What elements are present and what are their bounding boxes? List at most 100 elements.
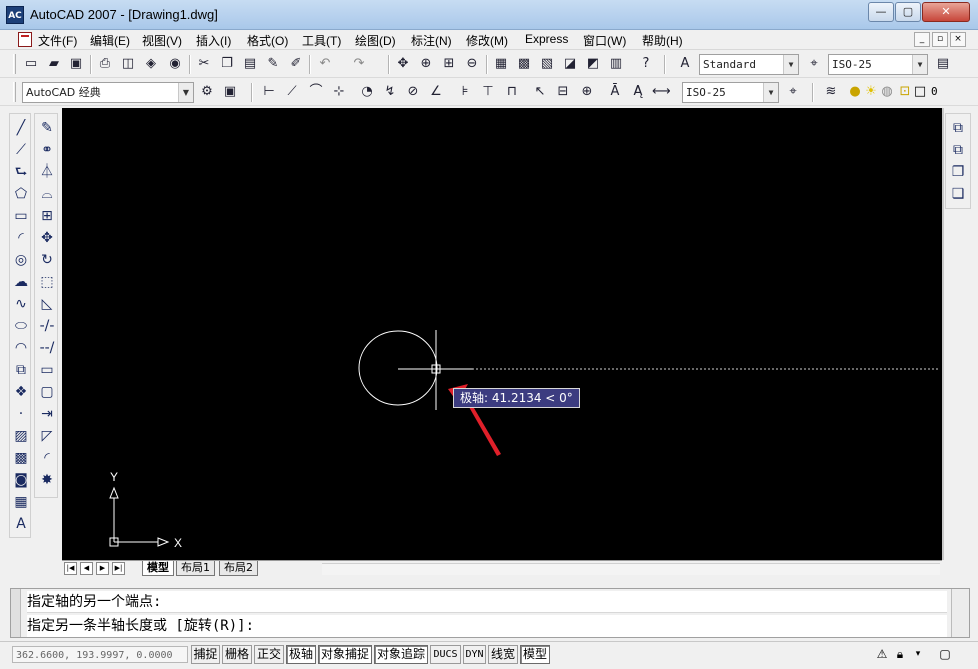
menu-file[interactable]: 文件(F) xyxy=(38,32,77,49)
workspace-select[interactable]: AutoCAD 经典 ▼ xyxy=(22,82,194,103)
toolbar-grip[interactable] xyxy=(13,82,16,102)
design-center-icon[interactable]: ▩ xyxy=(515,55,533,73)
coordinate-readout[interactable]: 362.6600, 193.9997, 0.0000 xyxy=(12,646,188,663)
markup-icon[interactable]: ◩ xyxy=(584,55,602,73)
lineweight-toggle[interactable]: 线宽 xyxy=(488,645,518,664)
maximize-button[interactable]: ▢ xyxy=(895,2,921,22)
help-icon[interactable]: ? xyxy=(637,55,655,73)
zoom-window-icon[interactable]: ⊞ xyxy=(440,55,458,73)
baseline-dimension-icon[interactable]: ⊤ xyxy=(479,83,497,101)
center-mark-icon[interactable]: ⊕ xyxy=(578,83,596,101)
stretch-icon[interactable]: ◺ xyxy=(37,294,57,314)
extend-icon[interactable]: --/ xyxy=(37,338,57,358)
table-style-icon[interactable]: ▤ xyxy=(934,55,952,73)
vertical-scrollbar[interactable] xyxy=(942,108,944,560)
document-icon[interactable] xyxy=(18,32,32,47)
linear-dimension-icon[interactable]: ⊢ xyxy=(260,83,278,101)
send-under-icon[interactable]: ❏ xyxy=(948,184,968,204)
menu-draw[interactable]: 绘图(D) xyxy=(355,32,396,49)
table-icon[interactable]: ▦ xyxy=(11,492,31,512)
publish-icon[interactable]: ◈ xyxy=(142,55,160,73)
cut-icon[interactable]: ✂ xyxy=(195,55,213,73)
bring-above-icon[interactable]: ❐ xyxy=(948,162,968,182)
tolerance-icon[interactable]: ⊟ xyxy=(554,83,572,101)
new-file-icon[interactable]: ▭ xyxy=(22,55,40,73)
region-icon[interactable]: ◙ xyxy=(11,470,31,490)
save-workspace-icon[interactable]: ▣ xyxy=(221,83,239,101)
previous-tab-button[interactable]: ◀ xyxy=(80,562,93,575)
layer-color-icon[interactable]: □ xyxy=(911,83,929,101)
menu-dimension[interactable]: 标注(N) xyxy=(411,32,452,49)
arc-length-icon[interactable]: ⌒ xyxy=(307,83,325,101)
explode-icon[interactable]: ✸ xyxy=(37,470,57,490)
ordinate-dimension-icon[interactable]: ⊹ xyxy=(330,83,348,101)
menu-modify[interactable]: 修改(M) xyxy=(466,32,508,49)
dimension-style-icon[interactable]: ⌖ xyxy=(805,55,823,73)
menu-format[interactable]: 格式(O) xyxy=(247,32,288,49)
horizontal-scrollbar[interactable] xyxy=(322,563,940,575)
layer-name[interactable]: 0 xyxy=(931,85,938,98)
chamfer-icon[interactable]: ◸ xyxy=(37,426,57,446)
rectangle-icon[interactable]: ▭ xyxy=(11,206,31,226)
open-file-icon[interactable]: ▰ xyxy=(45,55,63,73)
next-tab-button[interactable]: ▶ xyxy=(96,562,109,575)
match-properties-icon[interactable]: ✎ xyxy=(264,55,282,73)
toolbar-lock-icon[interactable]: 🔒︎ xyxy=(892,646,908,662)
insert-block-icon[interactable]: ⧉ xyxy=(11,360,31,380)
snap-toggle[interactable]: 捕捉 xyxy=(191,645,220,664)
menu-help[interactable]: 帮助(H) xyxy=(642,32,683,49)
mirror-icon[interactable]: ⏃ xyxy=(37,162,57,182)
dimension-style-manager-icon[interactable]: ⌖ xyxy=(784,83,802,101)
polyline-icon[interactable]: ⮑ xyxy=(11,162,31,182)
menu-tools[interactable]: 工具(T) xyxy=(302,32,341,49)
hatch-icon[interactable]: ▨ xyxy=(11,426,31,446)
bring-to-front-icon[interactable]: ⧉ xyxy=(948,118,968,138)
tool-palettes-icon[interactable]: ▧ xyxy=(538,55,556,73)
dimension-text-edit-icon[interactable]: Ą xyxy=(629,83,647,101)
zoom-realtime-icon[interactable]: ⊕ xyxy=(417,55,435,73)
menu-express[interactable]: Express xyxy=(525,32,568,46)
last-tab-button[interactable]: ▶| xyxy=(112,562,125,575)
join-icon[interactable]: ⇥ xyxy=(37,404,57,424)
zoom-previous-icon[interactable]: ⊖ xyxy=(463,55,481,73)
multiline-text-icon[interactable]: A xyxy=(11,514,31,534)
command-prompt-line[interactable]: 指定另一条半轴长度或 [旋转(R)]: xyxy=(27,615,947,637)
command-window-grip[interactable] xyxy=(11,589,21,637)
diameter-dimension-icon[interactable]: ⊘ xyxy=(404,83,422,101)
undo-icon[interactable]: ↶ xyxy=(316,55,334,73)
scale-icon[interactable]: ⬚ xyxy=(37,272,57,292)
menu-view[interactable]: 视图(V) xyxy=(142,32,182,49)
model-space-toggle[interactable]: 模型 xyxy=(520,645,550,664)
minimize-button[interactable]: — xyxy=(868,2,894,22)
ducs-toggle[interactable]: DUCS xyxy=(430,645,461,664)
text-style-select[interactable]: Standard ▼ xyxy=(699,54,799,75)
ortho-toggle[interactable]: 正交 xyxy=(254,645,284,664)
dimension-style-select[interactable]: ISO-25 ▼ xyxy=(828,54,928,75)
paste-icon[interactable]: ▤ xyxy=(241,55,259,73)
layer-manager-icon[interactable]: ≋ xyxy=(822,83,840,101)
polygon-icon[interactable]: ⬠ xyxy=(11,184,31,204)
drawing-area[interactable]: Y X 极轴: 41.2134 < 0° xyxy=(62,108,942,560)
move-icon[interactable]: ✥ xyxy=(37,228,57,248)
tab-model[interactable]: 模型 xyxy=(142,561,174,576)
dyn-toggle[interactable]: DYN xyxy=(463,645,486,664)
jogged-dimension-icon[interactable]: ↯ xyxy=(381,83,399,101)
redo-icon[interactable]: ↷ xyxy=(350,55,368,73)
spline-icon[interactable]: ∿ xyxy=(11,294,31,314)
communication-center-icon[interactable]: ⚠ xyxy=(874,646,890,662)
doc-minimize-button[interactable]: _ xyxy=(914,32,930,47)
offset-icon[interactable]: ⌓ xyxy=(37,184,57,204)
menu-insert[interactable]: 插入(I) xyxy=(196,32,231,49)
polar-toggle[interactable]: 极轴 xyxy=(286,645,316,664)
tab-layout2[interactable]: 布局2 xyxy=(219,561,258,576)
dimension-style-select-2[interactable]: ISO-25 ▼ xyxy=(682,82,779,103)
print-icon[interactable]: ⎙ xyxy=(96,55,114,73)
chevron-down-icon[interactable]: ▼ xyxy=(912,55,927,74)
workspace-settings-icon[interactable]: ⚙ xyxy=(198,83,216,101)
break-at-point-icon[interactable]: ▭ xyxy=(37,360,57,380)
aligned-dimension-icon[interactable]: ⟋ xyxy=(283,83,301,101)
text-style-icon[interactable]: A xyxy=(676,55,694,73)
revision-cloud-icon[interactable]: ☁ xyxy=(11,272,31,292)
make-block-icon[interactable]: ❖ xyxy=(11,382,31,402)
construction-line-icon[interactable]: ⟋ xyxy=(11,140,31,160)
